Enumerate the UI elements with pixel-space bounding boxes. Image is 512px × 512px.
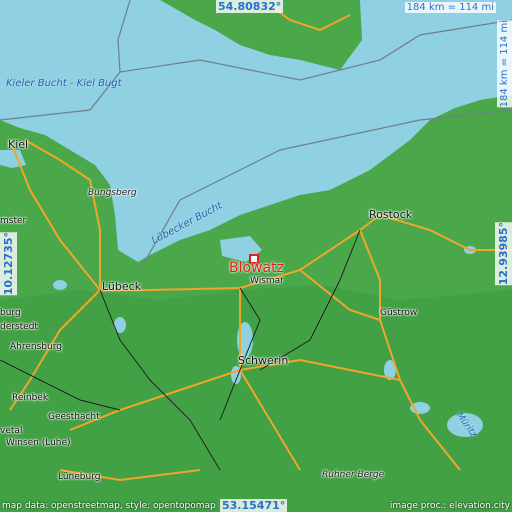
place-label: derstedt — [0, 322, 38, 332]
place-label: Wismar — [250, 276, 284, 286]
place-label: Reinbek — [12, 393, 49, 403]
scale-vertical: 184 km = 114 mi — [497, 20, 512, 108]
place-label: Lübeck — [102, 280, 142, 293]
place-label: Winsen (Luhe) — [6, 438, 71, 448]
place-label: Ruhner Berge — [322, 470, 385, 480]
coord-right: 12.93985° — [495, 222, 512, 286]
scale-horizontal: 184 km = 114 mi — [404, 2, 496, 13]
place-label: Güstrow — [380, 308, 418, 318]
attribution-left: map data: openstreetmap, style: opentopo… — [2, 501, 216, 511]
place-label: vetal — [0, 426, 23, 436]
map-view[interactable]: Kieler Bucht - Kiel Bugt Lübecker Bucht … — [0, 0, 512, 512]
place-label: Kiel — [8, 138, 29, 151]
coord-bottom: 53.15471° — [220, 499, 288, 512]
focus-place-label: Blowatz — [229, 260, 284, 276]
place-label: mster — [0, 216, 27, 226]
coord-left: 10.12735° — [0, 232, 17, 296]
water-label-kiel-bay: Kieler Bucht - Kiel Bugt — [6, 78, 122, 89]
place-label: Lüneburg — [58, 472, 101, 482]
place-label: Schwerin — [238, 354, 289, 367]
coord-top: 54.80832° — [216, 0, 284, 13]
place-label: Geesthacht — [48, 412, 100, 422]
attribution-right: image proc.: elevation.city — [389, 501, 510, 511]
terrain-layer — [0, 0, 512, 512]
place-label: Rostock — [369, 208, 413, 221]
place-label: Ahrensburg — [10, 342, 62, 352]
place-label: burg — [0, 308, 21, 318]
place-label: Bungsberg — [88, 188, 137, 198]
